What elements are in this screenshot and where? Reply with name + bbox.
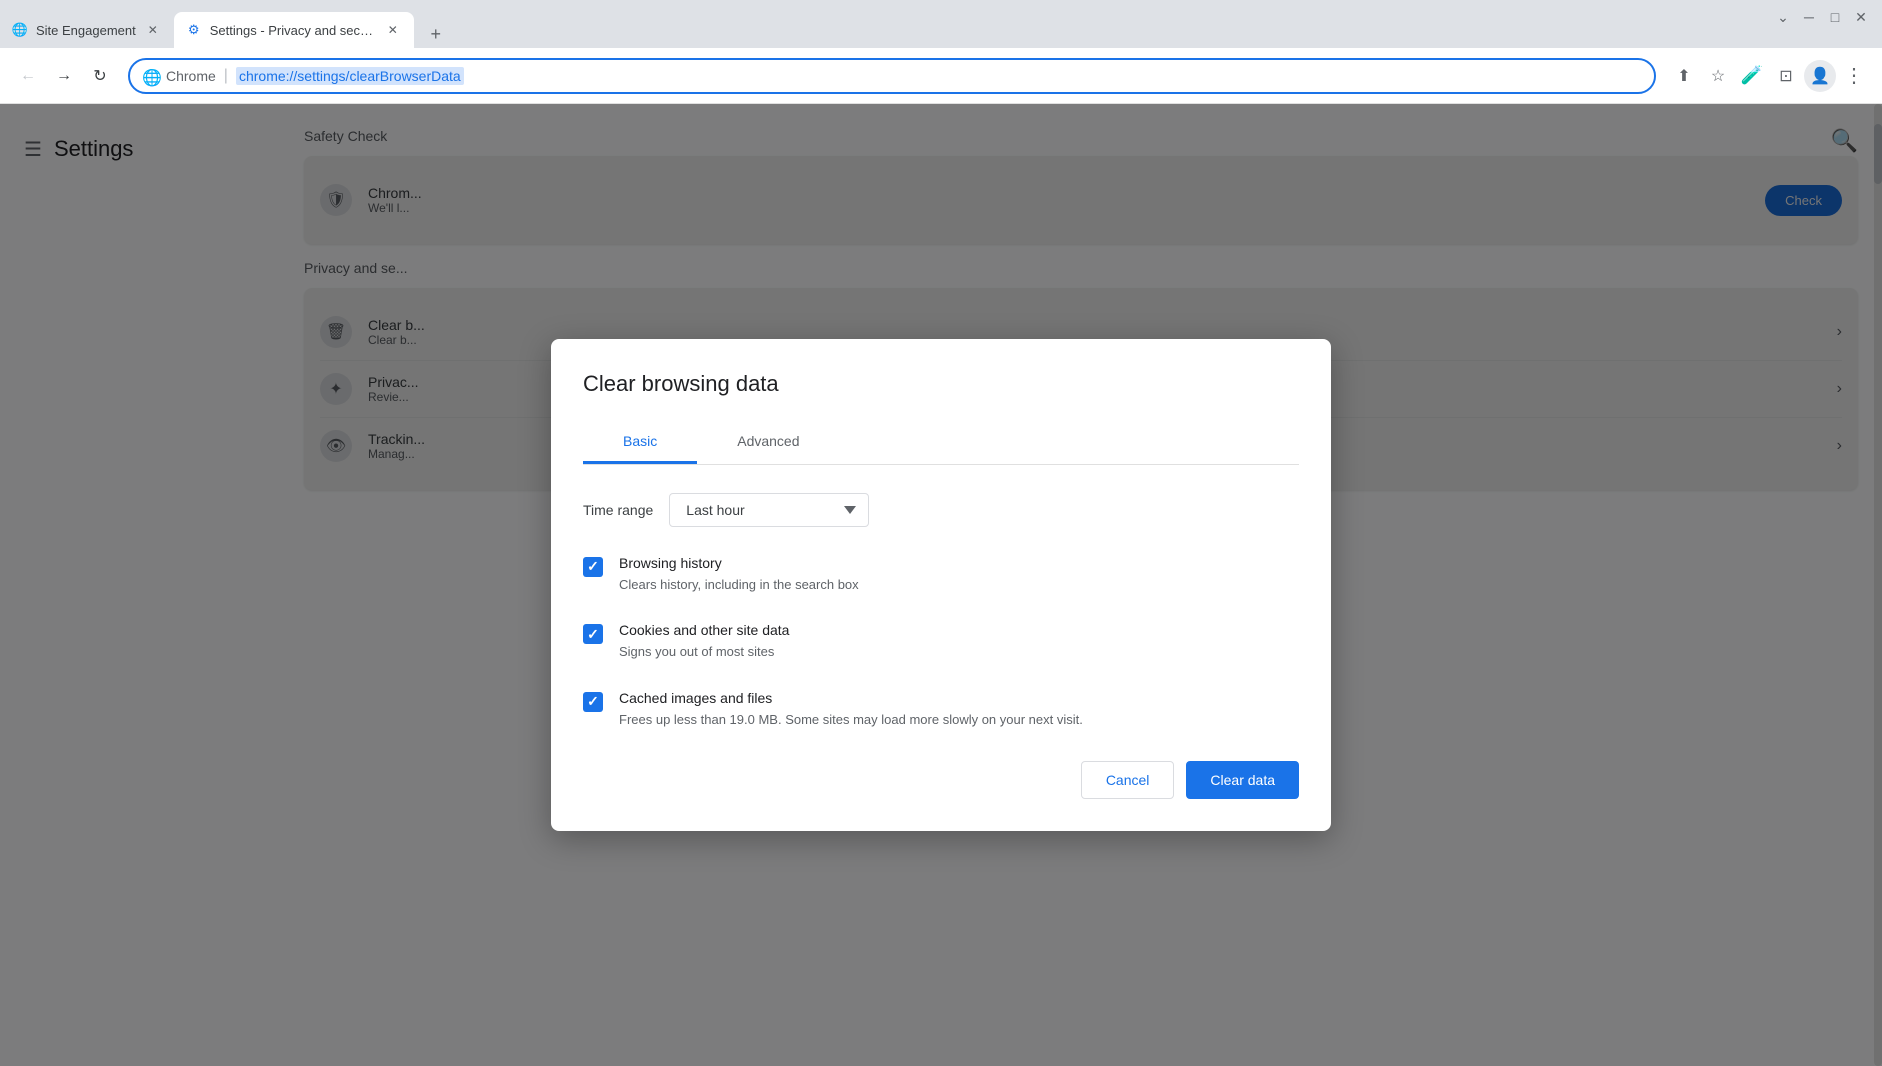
maximize-button[interactable]: □	[1826, 8, 1844, 26]
time-range-select[interactable]: Last hour Last 24 hours Last 7 days Last…	[669, 493, 869, 527]
browser-frame: 🌐 Site Engagement ✕ ⚙ Settings - Privacy…	[0, 0, 1882, 1066]
cookies-text: Cookies and other site data Signs you ou…	[619, 622, 1299, 662]
tab-favicon-site-engagement: 🌐	[12, 22, 28, 38]
cached-text: Cached images and files Frees up less th…	[619, 690, 1299, 730]
browsing-history-desc: Clears history, including in the search …	[619, 575, 1299, 595]
address-bar[interactable]: 🌐 Chrome | chrome://settings/clearBrowse…	[128, 58, 1656, 94]
clear-browsing-dialog: Clear browsing data Basic Advanced Time …	[551, 339, 1331, 832]
labs-button[interactable]: 🧪	[1736, 60, 1768, 92]
tab-advanced[interactable]: Advanced	[697, 421, 839, 464]
close-button[interactable]: ✕	[1852, 8, 1870, 26]
window-controls: ⌄ ─ □ ✕	[1762, 0, 1882, 34]
site-name: Chrome	[166, 68, 216, 84]
browsing-history-title: Browsing history	[619, 555, 1299, 571]
menu-button[interactable]: ⋮	[1838, 60, 1870, 92]
tab-close-settings[interactable]: ✕	[384, 21, 402, 39]
clear-data-button[interactable]: Clear data	[1186, 761, 1299, 799]
cached-check-icon: ✓	[587, 693, 599, 710]
bookmark-button[interactable]: ☆	[1702, 60, 1734, 92]
tab-bar: 🌐 Site Engagement ✕ ⚙ Settings - Privacy…	[0, 0, 1882, 48]
tab-label-settings: Settings - Privacy and security	[210, 23, 376, 38]
cancel-button[interactable]: Cancel	[1081, 761, 1175, 799]
time-range-label: Time range	[583, 502, 653, 518]
minimize-button[interactable]: ─	[1800, 8, 1818, 26]
cookies-title: Cookies and other site data	[619, 622, 1299, 638]
browsing-history-text: Browsing history Clears history, includi…	[619, 555, 1299, 595]
modal-overlay[interactable]: Clear browsing data Basic Advanced Time …	[0, 104, 1882, 1066]
back-button[interactable]: ←	[12, 60, 44, 92]
checkbox-check-icon: ✓	[587, 558, 599, 575]
tab-close-site-engagement[interactable]: ✕	[144, 21, 162, 39]
forward-button[interactable]: →	[48, 60, 80, 92]
cached-desc: Frees up less than 19.0 MB. Some sites m…	[619, 710, 1299, 730]
dialog-tabs: Basic Advanced	[583, 421, 1299, 465]
tab-settings-privacy[interactable]: ⚙ Settings - Privacy and security ✕	[174, 12, 414, 48]
time-range-row: Time range Last hour Last 24 hours Last …	[583, 493, 1299, 527]
profile-button[interactable]: 👤	[1804, 60, 1836, 92]
checkbox-browsing-history: ✓ Browsing history Clears history, inclu…	[583, 555, 1299, 595]
address-divider: |	[224, 67, 228, 85]
cached-checkbox[interactable]: ✓	[583, 692, 603, 712]
toolbar: ← → ↻ 🌐 Chrome | chrome://settings/clear…	[0, 48, 1882, 104]
tab-favicon-settings: ⚙	[186, 22, 202, 38]
content-area: ☰ Settings 🔍 Safety Check 🛡 Chrom... We'…	[0, 104, 1882, 1066]
cookies-desc: Signs you out of most sites	[619, 642, 1299, 662]
dialog-footer: Cancel Clear data	[583, 761, 1299, 799]
share-button[interactable]: ⬆	[1668, 60, 1700, 92]
dialog-title: Clear browsing data	[583, 371, 1299, 397]
cached-title: Cached images and files	[619, 690, 1299, 706]
chevron-down-icon[interactable]: ⌄	[1774, 8, 1792, 26]
toolbar-actions: ⬆ ☆ 🧪 ⊡ 👤 ⋮	[1668, 60, 1870, 92]
browsing-history-checkbox[interactable]: ✓	[583, 557, 603, 577]
split-view-button[interactable]: ⊡	[1770, 60, 1802, 92]
cookies-checkbox[interactable]: ✓	[583, 624, 603, 644]
tab-label-site-engagement: Site Engagement	[36, 23, 136, 38]
checkbox-cached: ✓ Cached images and files Frees up less …	[583, 690, 1299, 730]
address-url: chrome://settings/clearBrowserData	[236, 67, 464, 85]
new-tab-button[interactable]: +	[422, 20, 450, 48]
tab-site-engagement[interactable]: 🌐 Site Engagement ✕	[0, 12, 174, 48]
chrome-favicon: 🌐	[142, 68, 158, 84]
tab-basic[interactable]: Basic	[583, 421, 697, 464]
checkbox-cookies: ✓ Cookies and other site data Signs you …	[583, 622, 1299, 662]
cookies-check-icon: ✓	[587, 626, 599, 643]
refresh-button[interactable]: ↻	[84, 60, 116, 92]
